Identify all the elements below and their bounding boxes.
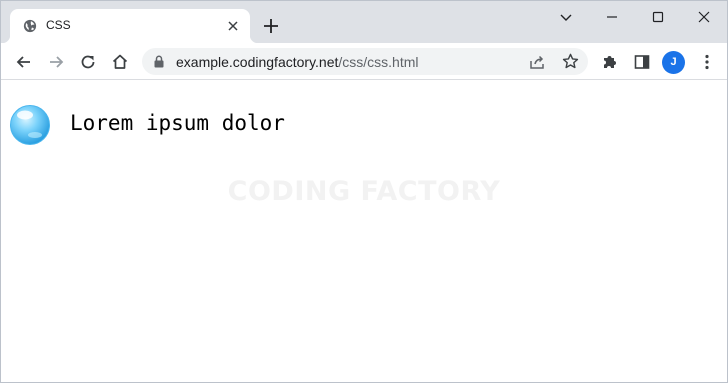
tab-title: CSS — [46, 18, 71, 32]
side-panel-icon[interactable] — [632, 52, 652, 72]
star-icon[interactable] — [561, 52, 580, 71]
minimize-icon[interactable] — [602, 7, 622, 27]
address-bar[interactable]: example.codingfactory.net/css/css.html — [142, 48, 588, 75]
maximize-icon[interactable] — [648, 7, 668, 27]
tab-css[interactable]: CSS — [2, 9, 258, 43]
page-heading: Lorem ipsum dolor — [70, 111, 285, 135]
profile-avatar[interactable]: J — [662, 51, 685, 74]
close-icon[interactable] — [226, 19, 240, 33]
extensions-puzzle-icon[interactable] — [600, 52, 620, 72]
reload-icon[interactable] — [78, 52, 98, 72]
url-path: /css/css.html — [338, 54, 419, 70]
page-viewport: Lorem ipsum dolor CODING FACTORY — [1, 81, 727, 382]
bubble-icon — [10, 105, 50, 145]
window-close-icon[interactable] — [694, 7, 714, 27]
tab-strip: CSS — [1, 1, 727, 43]
globe-icon — [23, 19, 37, 33]
chevron-down-icon[interactable] — [556, 7, 576, 27]
home-icon[interactable] — [110, 52, 130, 72]
arrow-left-icon[interactable] — [14, 52, 34, 72]
arrow-right-icon[interactable] — [46, 52, 66, 72]
kebab-menu-icon[interactable] — [697, 52, 717, 72]
lock-icon[interactable] — [153, 55, 165, 68]
url-text[interactable]: example.codingfactory.net/css/css.html — [176, 54, 419, 70]
share-icon[interactable] — [528, 53, 546, 71]
new-tab-plus-icon[interactable] — [262, 17, 280, 35]
url-host: example.codingfactory.net — [176, 54, 339, 70]
watermark: CODING FACTORY — [227, 176, 501, 207]
browser-window: CSS example.codingfactory.net/css/css.ht… — [0, 0, 728, 383]
browser-toolbar: example.codingfactory.net/css/css.html J — [1, 43, 727, 80]
